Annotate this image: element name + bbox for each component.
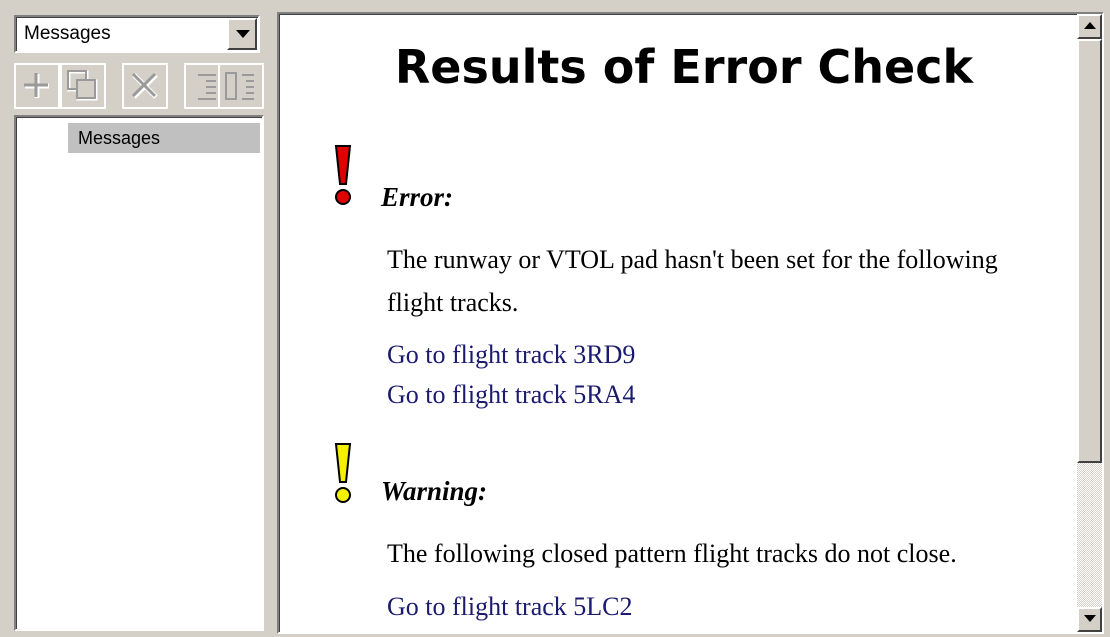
- add-icon: [14, 63, 60, 109]
- flight-track-link-5lc2[interactable]: Go to flight track 5LC2: [387, 592, 633, 622]
- arrow-down-icon: [1084, 615, 1096, 622]
- scroll-down-button[interactable]: [1077, 607, 1102, 632]
- view-dropdown-value: Messages: [24, 23, 111, 44]
- add-button[interactable]: [14, 63, 60, 111]
- page-title: Results of Error Check: [394, 40, 974, 94]
- navigation-pane: Messages Messages: [0, 0, 270, 637]
- delete-icon: [122, 63, 168, 109]
- scroll-up-button[interactable]: [1077, 14, 1102, 39]
- warning-heading: Warning:: [381, 476, 488, 506]
- flight-track-link-3rd9[interactable]: Go to flight track 3RD9: [387, 340, 635, 370]
- collapse-button[interactable]: [218, 63, 264, 111]
- tree-toolbar: [14, 63, 264, 113]
- delete-button[interactable]: [122, 63, 168, 111]
- warning-message: The following closed pattern flight trac…: [387, 539, 957, 568]
- scrollbar-thumb[interactable]: [1077, 39, 1102, 463]
- error-heading: Error:: [381, 182, 454, 212]
- message-tree[interactable]: Messages: [14, 115, 264, 631]
- flight-track-link-5ra4[interactable]: Go to flight track 5RA4: [387, 380, 635, 410]
- error-icon: [334, 145, 352, 205]
- collapse-icon: [218, 63, 264, 109]
- dropdown-arrow-button[interactable]: [227, 18, 257, 50]
- copy-icon: [60, 63, 106, 109]
- warning-icon: [334, 443, 352, 503]
- chevron-down-icon: [236, 30, 250, 38]
- arrow-up-icon: [1084, 22, 1096, 29]
- scrollbar-track[interactable]: [1077, 463, 1102, 607]
- view-dropdown[interactable]: Messages: [14, 15, 260, 53]
- document-content: Results of Error Check Error: The runway…: [279, 14, 1077, 632]
- error-message: The runway or VTOL pad hasn't been set f…: [387, 245, 998, 317]
- tree-item-messages[interactable]: Messages: [68, 123, 260, 153]
- copy-button[interactable]: [60, 63, 106, 111]
- results-document: Results of Error Check Error: The runway…: [277, 12, 1104, 634]
- vertical-scrollbar[interactable]: [1077, 14, 1102, 632]
